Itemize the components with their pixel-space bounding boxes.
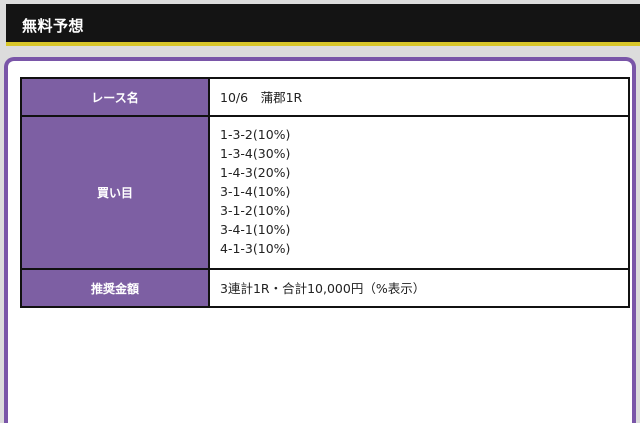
bets-row: 買い目 1-3-2(10%) 1-3-4(30%) 1-4-3(20%) 3-1… (20, 115, 630, 270)
prediction-table: レース名 10/6 蒲郡1R 買い目 1-3-2(10%) 1-3-4(30%)… (20, 77, 630, 308)
bets-label: 買い目 (20, 115, 210, 270)
bet-item: 4-1-3(10%) (220, 241, 291, 256)
page-title: 無料予想 (22, 17, 85, 35)
bet-item: 1-4-3(20%) (220, 165, 291, 180)
bet-item: 3-1-4(10%) (220, 184, 291, 199)
bet-item: 1-3-4(30%) (220, 146, 291, 161)
bet-item: 3-4-1(10%) (220, 222, 291, 237)
race-row: レース名 10/6 蒲郡1R (20, 77, 630, 117)
bets-list: 1-3-2(10%) 1-3-4(30%) 1-4-3(20%) 3-1-4(1… (208, 115, 630, 270)
amount-row: 推奨金額 3連計1R・合計10,000円（%表示） (20, 268, 630, 308)
amount-value: 3連計1R・合計10,000円（%表示） (208, 268, 630, 308)
race-value: 10/6 蒲郡1R (208, 77, 630, 117)
prediction-panel: レース名 10/6 蒲郡1R 買い目 1-3-2(10%) 1-3-4(30%)… (4, 57, 636, 423)
header-bar: 無料予想 (6, 4, 640, 46)
page-frame: 無料予想 レース名 10/6 蒲郡1R 買い目 1-3-2(10%) 1-3-4… (0, 0, 640, 423)
race-label: レース名 (20, 77, 210, 117)
bet-item: 1-3-2(10%) (220, 127, 291, 142)
amount-label: 推奨金額 (20, 268, 210, 308)
bet-item: 3-1-2(10%) (220, 203, 291, 218)
